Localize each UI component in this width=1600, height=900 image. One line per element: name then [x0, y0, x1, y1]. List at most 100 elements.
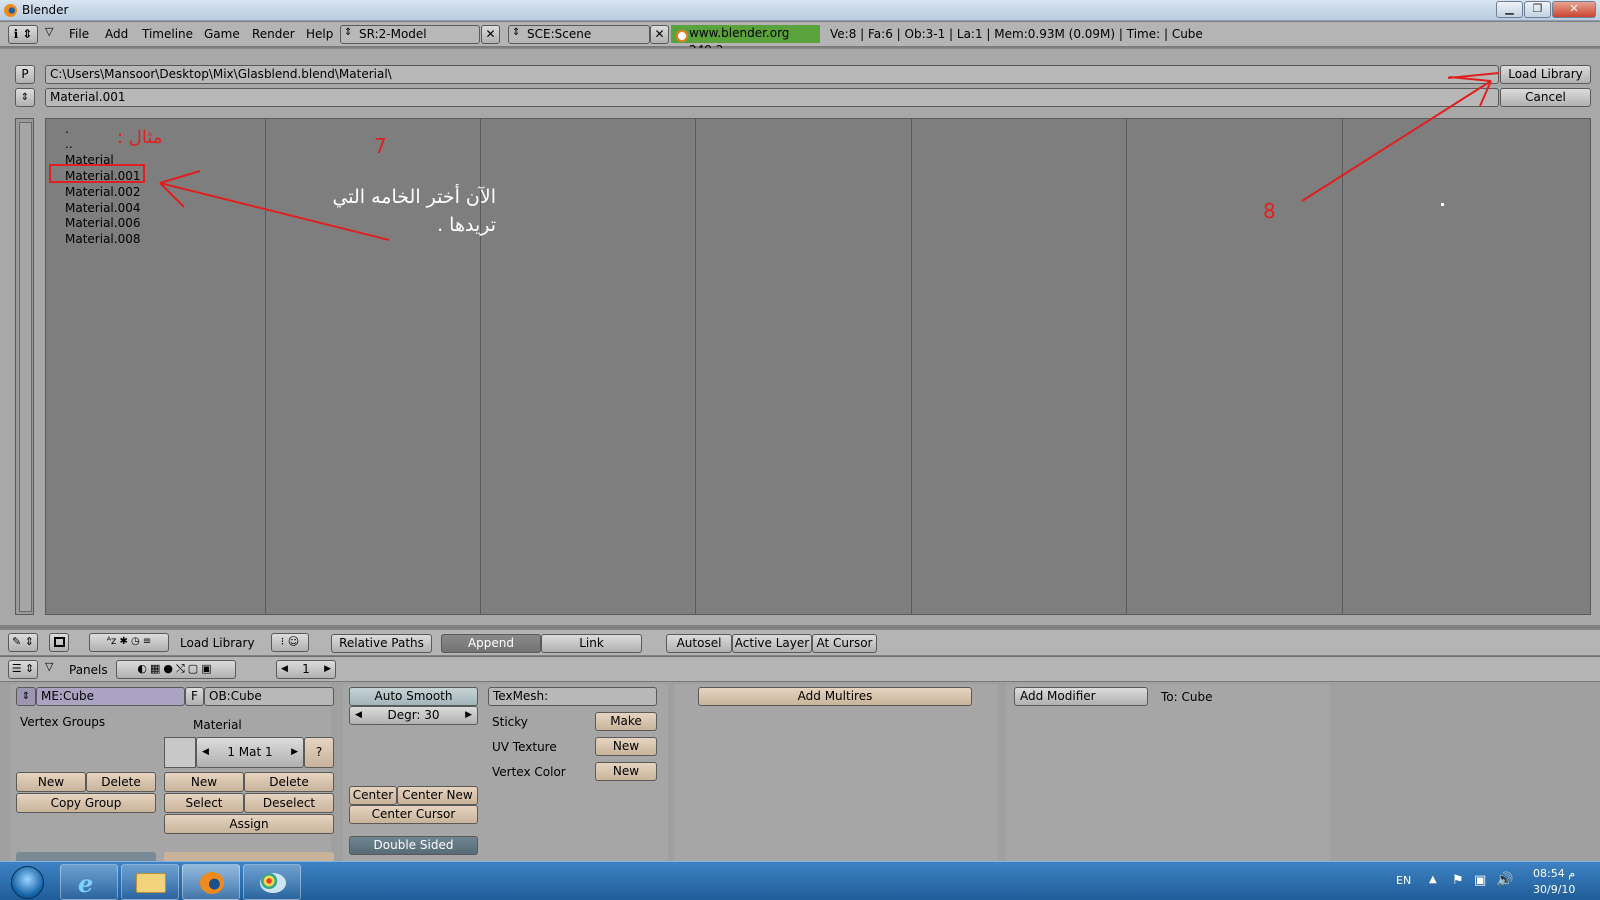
instruction-line-2: تريدها .	[437, 214, 496, 236]
close-button[interactable]: ✕	[1552, 1, 1596, 18]
material-color-swatch[interactable]	[164, 737, 196, 768]
window-type-icon[interactable]: ✎ ⇕	[8, 633, 38, 652]
link-button[interactable]: Link	[541, 634, 642, 653]
screen-browse-icon[interactable]: ⇕	[344, 27, 352, 38]
scene-selector[interactable]: SCE:Scene	[508, 25, 650, 44]
material-label: Material	[193, 718, 242, 732]
list-item[interactable]: .	[65, 122, 69, 136]
screen-selector[interactable]: SR:2-Model	[340, 25, 480, 44]
action-center-flag-icon[interactable]: ⚑	[1452, 873, 1464, 888]
material-new-button[interactable]: New	[164, 772, 244, 792]
column-divider	[1126, 119, 1127, 614]
add-multires-button[interactable]: Add Multires	[698, 687, 972, 706]
filename-input[interactable]: Material.001	[45, 88, 1499, 107]
frame-number-field[interactable]: ◀ 1 ▶	[276, 660, 336, 679]
degree-field[interactable]: ◀ Degr: 30 ▶	[349, 706, 478, 725]
menu-add[interactable]: Add	[105, 27, 128, 41]
menu-game[interactable]: Game	[204, 27, 240, 41]
deselect-button[interactable]: Deselect	[244, 793, 334, 813]
double-sided-button[interactable]: Double Sided	[349, 836, 478, 855]
collapse-menu-icon[interactable]: ▽	[45, 660, 53, 673]
center-cursor-button[interactable]: Center Cursor	[349, 805, 478, 824]
auto-smooth-button[interactable]: Auto Smooth	[349, 687, 478, 706]
context-tabs-icon[interactable]: ◐▦●⤭▢▣	[116, 660, 236, 679]
center-button[interactable]: Center	[349, 786, 397, 805]
menu-timeline[interactable]: Timeline	[142, 27, 193, 41]
frame-increment-icon[interactable]: ▶	[324, 661, 331, 678]
append-button[interactable]: Append	[441, 634, 541, 653]
screen-name: SR:2-Model	[359, 27, 427, 41]
clock-date[interactable]: 30/9/10	[1533, 883, 1575, 896]
website-badge: www.blender.org 249.2	[671, 25, 820, 57]
modifier-target-label: To: Cube	[1161, 690, 1213, 704]
assign-button[interactable]: Assign	[164, 814, 334, 834]
frame-decrement-icon[interactable]: ◀	[281, 661, 288, 678]
blender-app-icon[interactable]	[182, 864, 240, 900]
menu-file[interactable]: File	[69, 27, 89, 41]
list-item[interactable]: Material.004	[65, 201, 140, 215]
list-item[interactable]: ..	[65, 137, 73, 151]
display-options-icon[interactable]: ⁝ ☺	[271, 633, 309, 652]
show-hidden-icons-icon[interactable]: ▲	[1429, 874, 1437, 885]
list-item[interactable]: Material.006	[65, 216, 140, 230]
collapse-menu-icon[interactable]: ▽	[45, 25, 53, 38]
file-list-scrollbar[interactable]	[15, 118, 34, 615]
vertex-group-new-button[interactable]: New	[16, 772, 86, 792]
cancel-button[interactable]: Cancel	[1500, 88, 1591, 107]
degree-increment-icon[interactable]: ▶	[465, 707, 472, 724]
clock-time[interactable]: 08:54 م	[1533, 867, 1575, 880]
relative-paths-button[interactable]: Relative Paths	[331, 634, 432, 653]
file-menu-button[interactable]: ⇕	[15, 88, 35, 107]
copy-group-button[interactable]: Copy Group	[16, 793, 156, 813]
list-item[interactable]: Material.002	[65, 185, 140, 199]
vertex-color-new-button[interactable]: New	[595, 762, 657, 781]
info-window-type-icon[interactable]: ℹ ⇕	[8, 25, 38, 44]
mesh-browse-icon[interactable]: ⇕	[16, 687, 36, 706]
menu-help[interactable]: Help	[306, 27, 333, 41]
directory-path-input[interactable]: C:\Users\Mansoor\Desktop\Mix\Glasblend.b…	[45, 65, 1499, 84]
language-indicator[interactable]: EN	[1396, 874, 1411, 887]
start-button[interactable]	[2, 863, 56, 900]
parent-dir-button[interactable]: P	[15, 65, 35, 84]
list-item[interactable]: Material	[65, 153, 114, 167]
material-help-button[interactable]: ?	[304, 737, 334, 768]
delete-scene-button[interactable]: ✕	[650, 25, 669, 44]
at-cursor-button[interactable]: At Cursor	[812, 634, 877, 653]
slot-prev-icon[interactable]: ◀	[202, 738, 209, 767]
volume-icon[interactable]: 🔊	[1496, 872, 1513, 888]
list-item-selected[interactable]: Material.001	[65, 169, 140, 183]
buttons-window-type-icon[interactable]: ☰ ⇕	[8, 660, 38, 679]
frame-value: 1	[302, 662, 310, 676]
fake-user-button[interactable]: F	[185, 687, 204, 706]
uv-texture-new-button[interactable]: New	[595, 737, 657, 756]
maximize-button[interactable]: ❐	[1524, 1, 1551, 18]
center-new-button[interactable]: Center New	[397, 786, 478, 805]
sticky-make-button[interactable]: Make	[595, 712, 657, 731]
texmesh-field[interactable]: TexMesh:	[488, 687, 657, 706]
autosel-button[interactable]: Autosel	[666, 634, 732, 653]
menu-render[interactable]: Render	[252, 27, 295, 41]
degree-decrement-icon[interactable]: ◀	[355, 707, 362, 724]
file-browser: P C:\Users\Mansoor\Desktop\Mix\Glasblend…	[0, 48, 1600, 625]
mesh-name-field[interactable]: ME:Cube	[36, 687, 185, 706]
vertex-group-delete-button[interactable]: Delete	[86, 772, 156, 792]
list-item[interactable]: Material.008	[65, 232, 140, 246]
select-button[interactable]: Select	[164, 793, 244, 813]
panels-label: Panels	[69, 663, 108, 677]
scene-browse-icon[interactable]: ⇕	[512, 27, 520, 38]
fullscreen-icon[interactable]	[49, 633, 69, 652]
network-icon[interactable]: ▣	[1474, 873, 1486, 888]
windows-explorer-icon[interactable]	[121, 864, 179, 900]
delete-screen-button[interactable]: ✕	[481, 25, 500, 44]
internet-explorer-icon[interactable]: e	[60, 864, 118, 900]
active-layer-button[interactable]: Active Layer	[732, 634, 812, 653]
object-name-field[interactable]: OB:Cube	[204, 687, 334, 706]
material-slot-field[interactable]: ◀ 1 Mat 1 ▶	[196, 737, 304, 768]
load-library-button[interactable]: Load Library	[1500, 65, 1591, 84]
minimize-button[interactable]: ▁	[1496, 1, 1523, 18]
material-delete-button[interactable]: Delete	[244, 772, 334, 792]
add-modifier-button[interactable]: Add Modifier	[1014, 687, 1148, 706]
paint-app-icon[interactable]	[243, 864, 301, 900]
slot-next-icon[interactable]: ▶	[291, 738, 298, 767]
sort-options-icon[interactable]: ᴬz ✱ ◷ ≡	[89, 633, 169, 652]
